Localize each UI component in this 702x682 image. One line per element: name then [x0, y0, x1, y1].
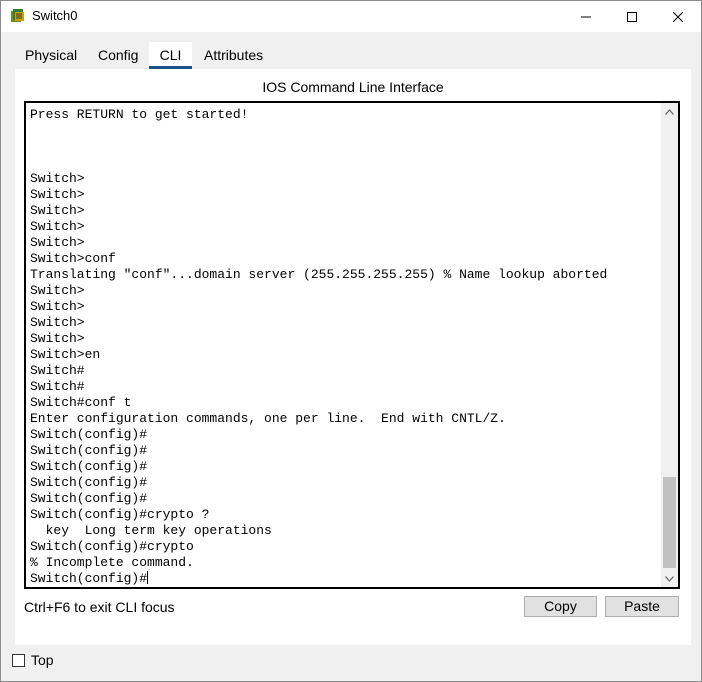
terminal-line: Switch> — [30, 187, 85, 202]
terminal-line: Switch#conf t — [30, 395, 132, 410]
tab-cli[interactable]: CLI — [149, 42, 192, 69]
terminal-line: Switch> — [30, 283, 85, 298]
terminal-line: Switch(config)#crypto ? — [30, 507, 210, 522]
terminal-line: Switch> — [30, 235, 85, 250]
minimize-icon — [581, 16, 591, 17]
tab-cli-label: CLI — [159, 47, 182, 63]
title-bar[interactable]: Switch0 — [1, 1, 701, 32]
terminal-line: Switch> — [30, 219, 85, 234]
cli-panel: IOS Command Line Interface Press RETURN … — [15, 69, 691, 645]
terminal-line: Translating "conf"...domain server (255.… — [30, 267, 608, 282]
app-window: Switch0 Physical Config CLI Attributes I… — [0, 0, 702, 682]
scroll-down-button[interactable] — [661, 570, 678, 587]
terminal-line: Switch>en — [30, 347, 101, 362]
terminal-line: Switch> — [30, 331, 85, 346]
scroll-up-button[interactable] — [661, 103, 678, 120]
terminal-line: Switch# — [30, 379, 85, 394]
tab-attributes[interactable]: Attributes — [204, 42, 263, 69]
tab-physical[interactable]: Physical — [25, 42, 77, 69]
terminal-line: Switch>conf — [30, 251, 116, 266]
paste-button[interactable]: Paste — [605, 596, 679, 617]
terminal-line: Switch(config)#crypto — [30, 539, 194, 554]
maximize-button[interactable] — [609, 1, 655, 32]
terminal-line: Switch> — [30, 315, 85, 330]
text-cursor — [147, 571, 149, 584]
terminal-line: Switch# — [30, 363, 85, 378]
cli-terminal[interactable]: Press RETURN to get started! Switch> Switc… — [24, 101, 680, 589]
terminal-line: Switch(config)# — [30, 427, 148, 442]
terminal-line: Switch> — [30, 203, 85, 218]
terminal-prompt-line: Switch(config)# — [30, 571, 149, 586]
terminal-line: % Incomplete command. — [30, 555, 194, 570]
terminal-line: Switch(config)# — [30, 443, 148, 458]
packet-tracer-switch-icon — [10, 8, 26, 24]
top-checkbox[interactable] — [12, 654, 25, 667]
terminal-output[interactable]: Press RETURN to get started! Switch> Switc… — [30, 107, 658, 587]
terminal-line: Switch(config)# — [30, 459, 148, 474]
scrollbar-thumb[interactable] — [663, 477, 676, 568]
terminal-line: Switch> — [30, 299, 85, 314]
window-title: Switch0 — [32, 8, 78, 23]
maximize-icon — [627, 11, 637, 22]
terminal-line: Switch> — [30, 171, 85, 186]
chevron-up-icon — [665, 108, 674, 115]
close-button[interactable] — [655, 1, 701, 32]
copy-button[interactable]: Copy — [524, 596, 597, 617]
chevron-down-icon — [665, 575, 674, 582]
terminal-line: key Long term key operations — [30, 523, 272, 538]
panel-title: IOS Command Line Interface — [262, 79, 444, 95]
terminal-scrollbar[interactable] — [661, 103, 678, 587]
terminal-line: Switch(config)# — [30, 491, 148, 506]
top-checkbox-label[interactable]: Top — [31, 652, 54, 668]
terminal-line: Enter configuration commands, one per li… — [30, 411, 506, 426]
minimize-button[interactable] — [563, 1, 609, 32]
terminal-line: Switch(config)# — [30, 475, 148, 490]
cli-focus-hint: Ctrl+F6 to exit CLI focus — [24, 599, 175, 615]
close-icon — [673, 11, 683, 22]
terminal-line: Press RETURN to get started! — [30, 107, 249, 122]
tab-config[interactable]: Config — [98, 42, 138, 69]
